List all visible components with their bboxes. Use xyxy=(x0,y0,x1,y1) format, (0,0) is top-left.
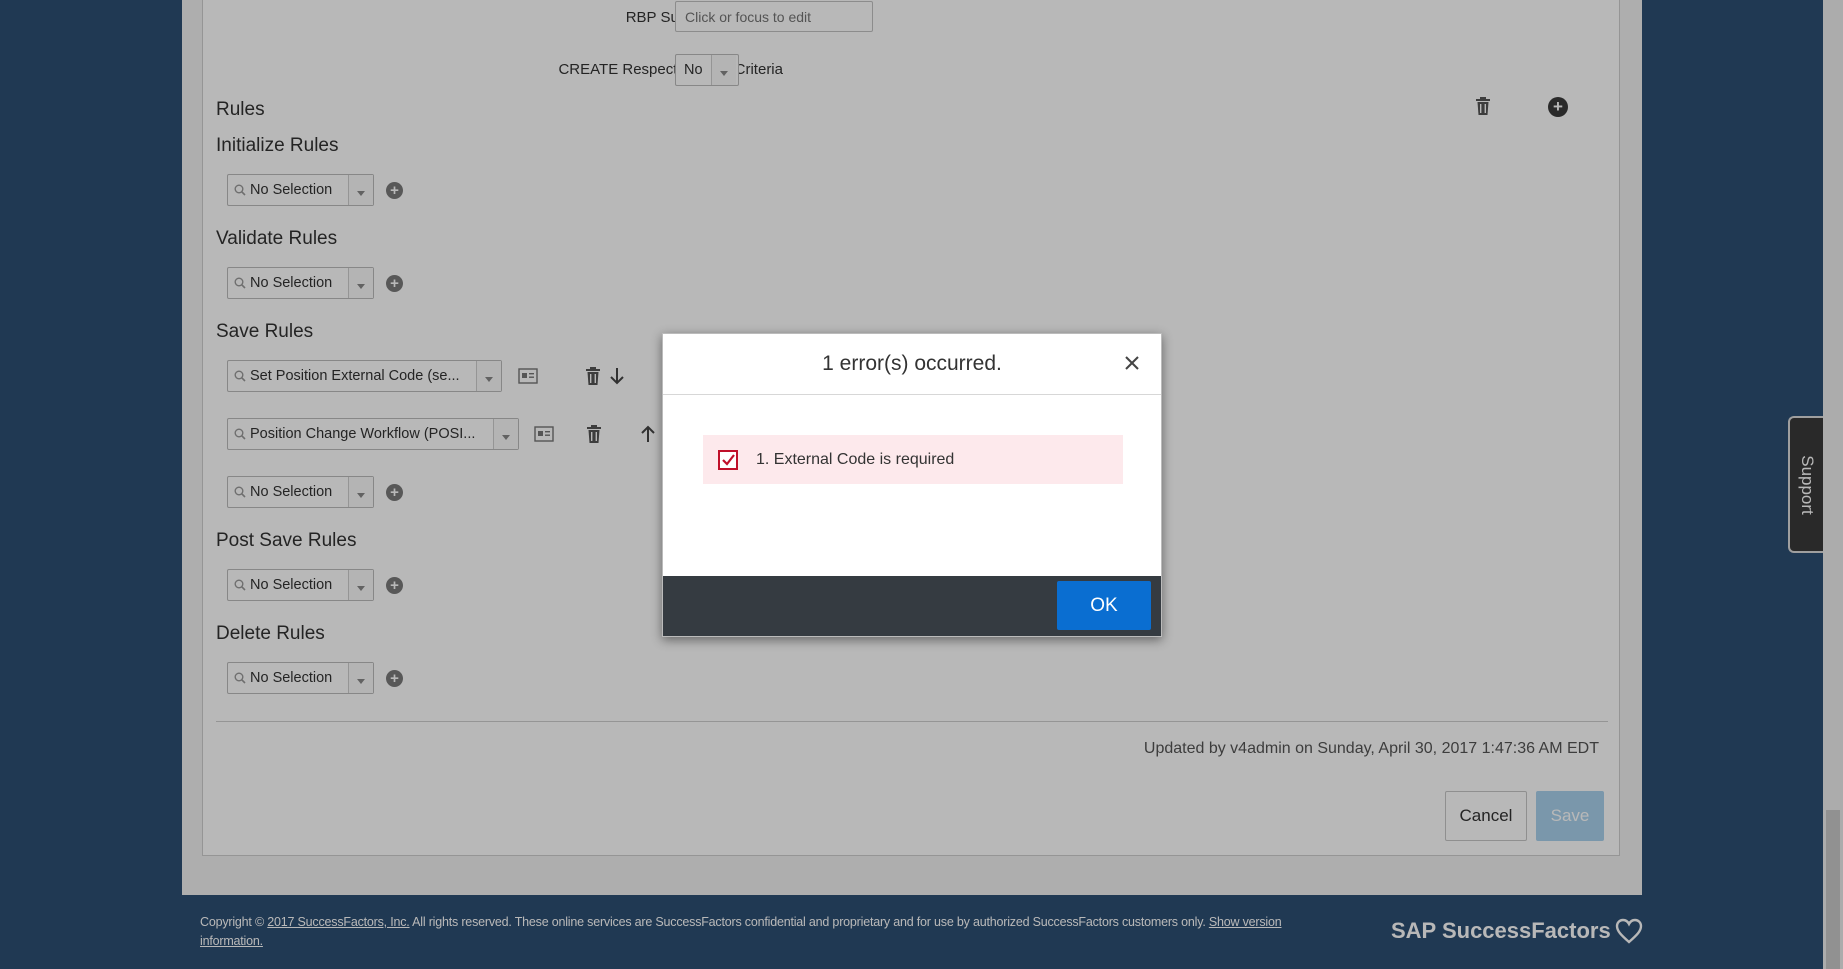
dialog-footer: OK xyxy=(663,576,1161,636)
close-icon xyxy=(1125,356,1139,370)
dialog-header: 1 error(s) occurred. xyxy=(663,334,1161,395)
dialog-title: 1 error(s) occurred. xyxy=(822,352,1002,375)
error-message: 1. External Code is required xyxy=(756,450,955,468)
close-button[interactable] xyxy=(1121,352,1143,374)
ok-button[interactable]: OK xyxy=(1057,581,1151,630)
error-dialog: 1 error(s) occurred. 1. External Code is… xyxy=(662,333,1162,637)
error-message-box: 1. External Code is required xyxy=(703,435,1123,484)
checkbox-icon xyxy=(718,449,738,470)
